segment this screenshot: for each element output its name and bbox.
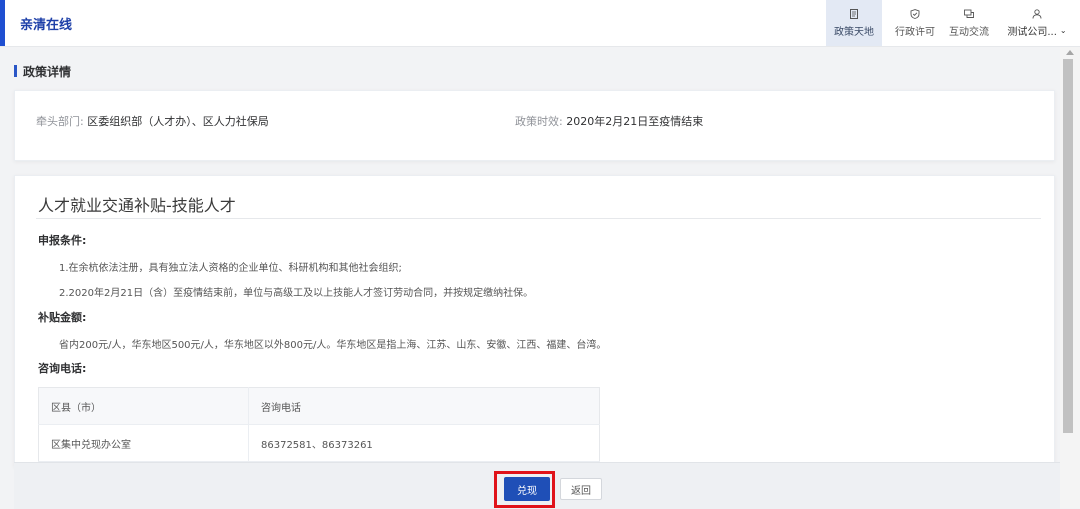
policy-detail-card: 人才就业交通补贴-技能人才 申报条件: 1.在余杭依法注册，具有独立法人资格的企… [14,175,1055,467]
lead-department: 牵头部门: 区委组织部（人才办）、区人力社保局 [36,113,269,129]
user-menu[interactable]: 测试公司... ⌄ [1004,0,1070,46]
table-header-cell: 咨询电话 [248,387,600,425]
nav-item-permit[interactable]: 行政许可 [887,0,943,46]
condition-item: 1.在余杭依法注册，具有独立法人资格的企业单位、科研机构和其他社会组织; [59,263,402,274]
conditions-title: 申报条件: [38,234,87,247]
shield-check-icon [910,8,920,19]
action-bar: 兑现 返回 [14,462,1060,509]
table-cell: 86372581、86373261 [248,424,600,462]
brand-accent-bar [0,0,5,46]
main-content: 政策详情 牵头部门: 区委组织部（人才办）、区人力社保局 政策时效: 2020年… [0,47,1060,508]
scrollbar-thumb[interactable] [1063,59,1073,433]
condition-item: 2.2020年2月21日（含）至疫情结束前，单位与高级工及以上技能人才签订劳动合… [59,288,534,299]
policy-info-card: 牵头部门: 区委组织部（人才办）、区人力社保局 政策时效: 2020年2月21日… [14,90,1055,161]
amount-title: 补贴金额: [38,311,87,324]
chat-icon [964,9,974,18]
policy-period: 政策时效: 2020年2月21日至疫情结束 [515,113,703,129]
top-nav: 亲清在线 政策天地 行政许可 互动交流 测试公司... ⌄ [0,0,1080,47]
vertical-scrollbar[interactable] [1060,47,1080,508]
app-brand[interactable]: 亲清在线 [20,14,72,33]
redeem-button[interactable]: 兑现 [504,477,550,501]
chevron-down-icon: ⌄ [1059,25,1067,35]
nav-item-policy[interactable]: 政策天地 [826,0,882,46]
scroll-up-arrow-icon[interactable] [1066,50,1074,55]
document-icon [850,8,858,19]
lead-department-value: 区委组织部（人才办）、区人力社保局 [87,115,269,128]
page-title: 政策详情 [23,64,72,79]
page-title-row: 政策详情 [14,64,72,79]
user-name: 测试公司... [1007,26,1057,38]
nav-label: 政策天地 [834,26,874,38]
table-header-cell: 区县（市） [38,387,249,425]
table-header-row: 区县（市） 咨询电话 [38,387,600,425]
back-button[interactable]: 返回 [560,478,602,500]
nav-label: 互动交流 [949,26,989,38]
nav-item-interact[interactable]: 互动交流 [941,0,997,46]
title-accent-mark [14,65,17,77]
user-icon [1032,8,1042,19]
phone-title: 咨询电话: [38,362,87,375]
policy-period-value: 2020年2月21日至疫情结束 [566,115,704,128]
policy-period-label: 政策时效: [515,115,563,128]
table-cell: 区集中兑现办公室 [38,424,249,462]
lead-department-label: 牵头部门: [36,115,84,128]
table-row: 区集中兑现办公室 86372581、86373261 [38,424,600,462]
policy-name: 人才就业交通补贴-技能人才 [38,196,236,215]
phone-table: 区县（市） 咨询电话 区集中兑现办公室 86372581、86373261 [38,387,600,466]
divider [36,218,1041,219]
nav-label: 行政许可 [895,26,935,38]
amount-text: 省内200元/人，华东地区500元/人，华东地区以外800元/人。华东地区是指上… [59,340,607,351]
